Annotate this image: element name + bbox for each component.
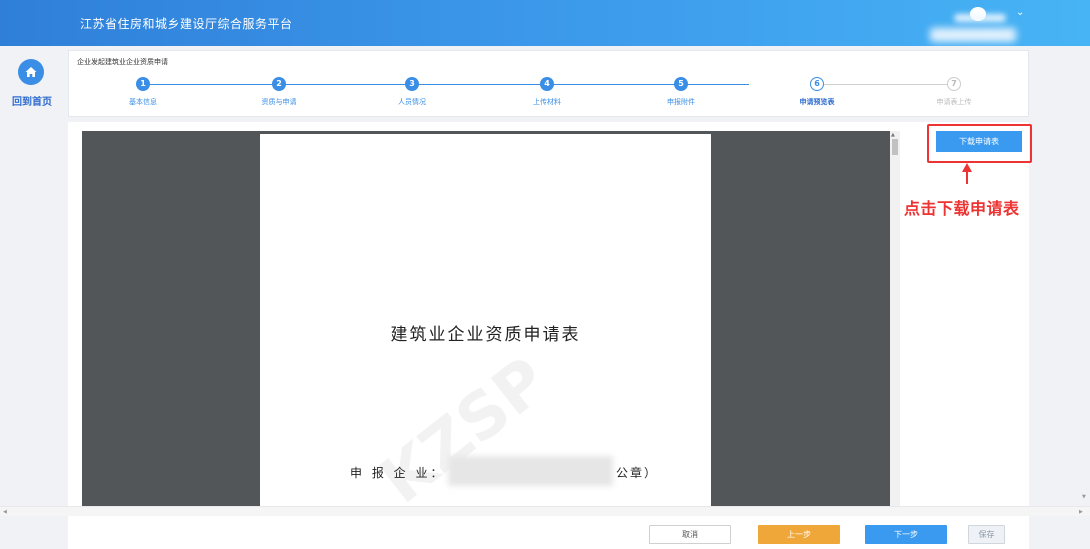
step-4-circle[interactable]: 4 (540, 77, 554, 91)
step-line-pending (817, 84, 949, 85)
scroll-down-icon[interactable]: ▼ (1082, 494, 1086, 500)
watermark: KZSP (367, 343, 562, 519)
step-5-circle[interactable]: 5 (674, 77, 688, 91)
left-nav: 回到首页 (0, 46, 62, 516)
arrow-shaft (966, 170, 968, 184)
step-5-label[interactable]: 申报附件 (641, 97, 721, 107)
document-title: 建筑业企业资质申请表 (390, 325, 581, 345)
step-2-label[interactable]: 资质与申请 (239, 97, 319, 107)
scroll-up-icon[interactable]: ▲ (891, 132, 895, 138)
next-step-button[interactable]: 下一步 (865, 525, 947, 544)
chevron-down-icon[interactable]: ⌄ (1016, 7, 1024, 18)
step-4-label[interactable]: 上传材料 (507, 97, 587, 107)
home-icon[interactable] (18, 59, 44, 85)
user-name-blurred (954, 14, 1006, 22)
scroll-right-icon[interactable]: ▶ (1079, 509, 1083, 515)
save-button[interactable]: 保存 (968, 525, 1005, 544)
app-title: 江苏省住房和城乡建设厅综合服务平台 (80, 17, 293, 31)
step-1-label[interactable]: 基本信息 (103, 97, 183, 107)
pdf-scroll-thumb[interactable] (892, 139, 898, 155)
cancel-button[interactable]: 取消 (649, 525, 731, 544)
step-7-label: 申请表上传 (936, 98, 972, 106)
step-6-label[interactable]: 申请预览表 (777, 97, 857, 107)
step-3-circle[interactable]: 3 (405, 77, 419, 91)
download-annotation: 点击下载申请表 (904, 199, 1020, 218)
applicant-suffix: 公章） (616, 466, 659, 480)
page-horizontal-scrollbar[interactable]: ◀ ▶ (0, 506, 1090, 516)
step-1-circle[interactable]: 1 (136, 77, 150, 91)
top-header: 江苏省住房和城乡建设厅综合服务平台 ⌄ (0, 0, 1090, 46)
step-progress: 企业发起建筑业企业资质申请 1 基本信息 2 资质与申请 3 人员情况 4 上传… (68, 50, 1029, 117)
home-link[interactable]: 回到首页 (6, 93, 58, 108)
pdf-page: 建筑业企业资质申请表 KZSP 申 报 企 业： 公章） (260, 134, 711, 518)
previous-step-button[interactable]: 上一步 (758, 525, 840, 544)
step-6-circle[interactable]: 6 (810, 77, 824, 91)
user-info-blurred (930, 28, 1016, 42)
step-2-circle[interactable]: 2 (272, 77, 286, 91)
download-form-button[interactable]: 下载申请表 (936, 131, 1022, 152)
page-title: 企业发起建筑业企业资质申请 (77, 58, 168, 66)
step-7-circle: 7 (947, 77, 961, 91)
user-menu[interactable]: ⌄ (928, 4, 1033, 44)
step-line-done (149, 84, 749, 85)
applicant-label: 申 报 企 业： (350, 466, 446, 480)
applicant-name-blurred (448, 456, 613, 486)
pdf-scrollbar[interactable] (890, 131, 900, 511)
scroll-left-icon[interactable]: ◀ (3, 509, 7, 515)
pdf-preview[interactable]: 建筑业企业资质申请表 KZSP 申 报 企 业： 公章） ▲ (82, 131, 900, 518)
page-vertical-scrollbar[interactable]: ▼ (1080, 46, 1090, 516)
step-3-label[interactable]: 人员情况 (372, 97, 452, 107)
